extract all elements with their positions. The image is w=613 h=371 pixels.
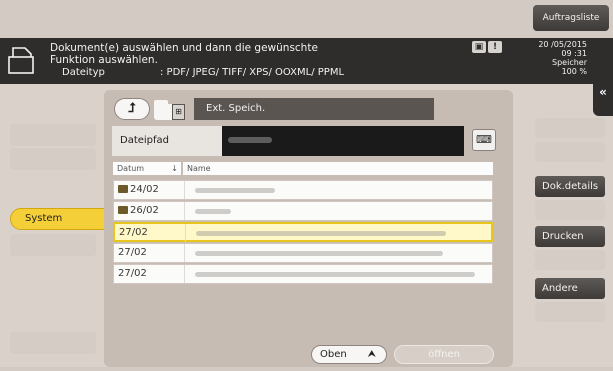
file-date: 26/02 (114, 202, 182, 220)
sort-down-icon: ↓ (171, 164, 178, 173)
warning-status-icon: ! (488, 41, 502, 53)
file-date: 24/02 (114, 181, 182, 199)
file-row[interactable]: 27/02 (113, 243, 493, 263)
file-name (184, 181, 492, 199)
file-date: 27/02 (118, 268, 147, 279)
file-row[interactable]: 27/02 (113, 264, 493, 284)
folder-icon (118, 206, 128, 214)
file-name (185, 224, 493, 242)
folder-icon (118, 185, 128, 193)
top-strip: Auftragsliste (0, 0, 613, 38)
file-date: 27/02 (119, 227, 148, 238)
usb-storage-icon: ⊞ (172, 104, 185, 120)
file-list: 24/02 26/02 27/02 27/02 27/02 (113, 180, 493, 285)
hidden-action (535, 250, 605, 270)
storage-location-label: Ext. Speich. (194, 98, 434, 120)
hidden-action (535, 200, 605, 220)
hidden-action (535, 118, 605, 138)
nav-item-system[interactable]: System (10, 208, 106, 230)
file-type-label: Dateityp (62, 67, 105, 78)
redacted-name (196, 231, 446, 236)
sort-by-date-header[interactable]: Datum ↓ (113, 162, 181, 175)
file-date: 27/02 (118, 247, 147, 258)
right-panel: Dok.details Drucken Andere (525, 84, 613, 371)
name-column-header[interactable]: Name (183, 162, 493, 175)
browser-bottom-bar: Oben ⮝ öffnen (104, 345, 513, 367)
file-name (184, 202, 492, 220)
hidden-action (535, 142, 605, 162)
redacted-name (195, 251, 443, 256)
keyboard-icon: ⌨ (476, 133, 492, 146)
keyboard-button[interactable]: ⌨ (472, 129, 496, 151)
file-row[interactable]: 27/02 (113, 222, 493, 242)
document-box-icon (8, 47, 34, 74)
job-list-button[interactable]: Auftragsliste (533, 5, 609, 31)
left-panel: System (0, 84, 106, 371)
file-row[interactable]: 24/02 (113, 180, 493, 200)
file-row[interactable]: 26/02 (113, 201, 493, 221)
file-browser-panel: ⮥ ⊞ Ext. Speich. Dateipfad ⌨ Datum ↓ Nam… (104, 90, 513, 367)
memory-percent: 100 % (561, 67, 587, 76)
file-name (184, 244, 492, 262)
print-button[interactable]: Drucken (535, 226, 605, 247)
file-name (184, 265, 492, 283)
hidden-nav-item (10, 124, 96, 146)
arrow-up-icon: ⮥ (128, 101, 136, 116)
redacted-name (195, 272, 475, 277)
other-button[interactable]: Andere (535, 278, 605, 299)
status-date: 20 /05/2015 (538, 40, 587, 49)
up-folder-button[interactable]: ⮥ (114, 98, 150, 120)
path-value-field (222, 126, 464, 156)
hidden-nav-item (10, 234, 96, 256)
bottom-rule (0, 367, 613, 371)
file-type-list: : PDF/ JPEG/ TIFF/ XPS/ OOXML/ PPML (160, 67, 345, 78)
status-time: 09 :31 (561, 49, 587, 58)
hidden-nav-item (10, 148, 96, 170)
open-button[interactable]: öffnen (394, 345, 494, 364)
path-label: Dateipfad (112, 126, 222, 156)
instruction-line-2: Funktion auswählen. (50, 54, 158, 66)
usb-status-icon: ▣ (472, 41, 486, 53)
memory-label: Speicher (552, 58, 587, 67)
message-bar: Dokument(e) auswählen und dann die gewün… (0, 38, 613, 84)
hidden-nav-item (10, 332, 96, 354)
redacted-name (195, 209, 231, 214)
document-details-button[interactable]: Dok.details (535, 176, 605, 197)
hidden-action (535, 302, 605, 322)
scroll-top-icon: ⮝ (367, 349, 377, 360)
instruction-line-1: Dokument(e) auswählen und dann die gewün… (50, 42, 318, 54)
top-button[interactable]: Oben ⮝ (311, 345, 387, 364)
redacted-name (195, 188, 275, 193)
